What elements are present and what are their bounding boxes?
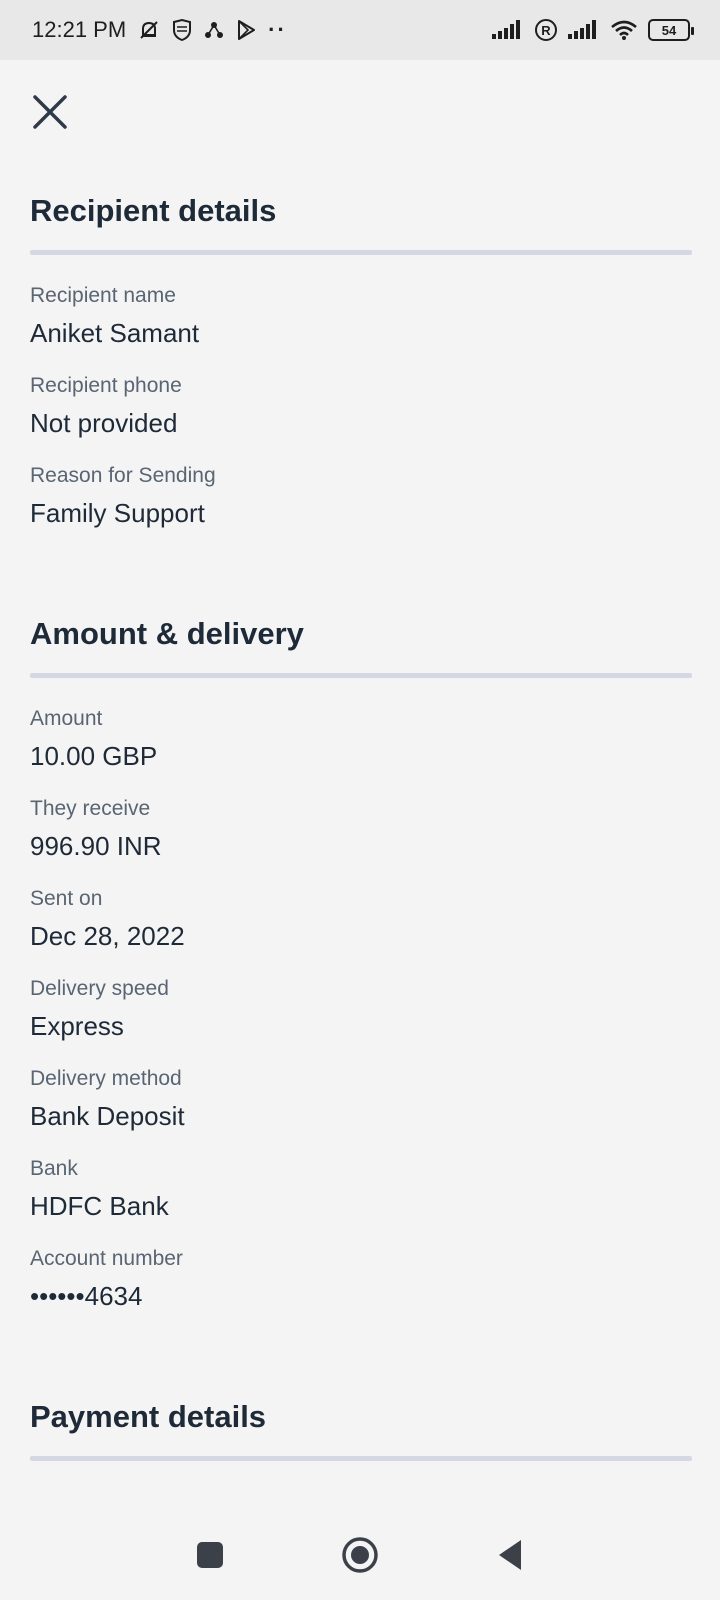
section-title-payment: Payment details: [30, 1399, 267, 1434]
field-label: Bank: [30, 1157, 78, 1180]
field-reason-for-sending: Reason for Sending Family Support: [30, 463, 692, 531]
section-title-recipient: Recipient details: [30, 193, 277, 228]
home-icon: [342, 1537, 378, 1573]
amount-delivery-section: Amount & delivery Amount 10.00 GBP They …: [30, 613, 692, 1314]
shield-icon: [173, 19, 192, 41]
field-label: They receive: [30, 797, 151, 820]
battery-icon: 54: [648, 19, 694, 41]
field-sent-on: Sent on Dec 28, 2022: [30, 886, 692, 954]
battery-level: 54: [661, 22, 677, 38]
field-value: ••••••4634: [30, 1281, 143, 1311]
recipient-details-section: Recipient details Recipient name Aniket …: [30, 190, 692, 531]
svg-text:R: R: [541, 23, 551, 38]
status-left: 12:21 PM ··: [32, 17, 287, 43]
field-value: 996.90 INR: [30, 831, 162, 861]
field-account-number: Account number ••••••4634: [30, 1246, 692, 1314]
field-label: Reason for Sending: [30, 464, 216, 487]
field-recipient-name: Recipient name Aniket Samant: [30, 283, 692, 351]
field-value: HDFC Bank: [30, 1191, 169, 1221]
field-delivery-method: Delivery method Bank Deposit: [30, 1066, 692, 1134]
field-label: Delivery method: [30, 1067, 182, 1090]
field-label: Sent on: [30, 887, 103, 910]
more-dots-icon: ··: [268, 17, 287, 42]
section-title-amount: Amount & delivery: [30, 616, 304, 651]
home-button[interactable]: [340, 1535, 380, 1575]
mute-icon: [140, 21, 158, 39]
divider: [30, 1456, 692, 1461]
field-label: Amount: [30, 707, 103, 730]
close-button[interactable]: [30, 92, 70, 132]
status-right: R 54: [492, 18, 694, 42]
share-icon: [205, 22, 224, 38]
recents-icon: [197, 1542, 223, 1568]
field-value: Dec 28, 2022: [30, 921, 185, 951]
back-icon: [499, 1540, 521, 1570]
divider: [30, 250, 692, 255]
play-store-icon: [238, 20, 256, 40]
roaming-icon: R: [535, 19, 557, 41]
field-value: Family Support: [30, 498, 205, 528]
field-bank: Bank HDFC Bank: [30, 1156, 692, 1224]
field-value: Express: [30, 1011, 124, 1041]
field-value: 10.00 GBP: [30, 741, 158, 771]
field-value: Aniket Samant: [30, 318, 200, 348]
close-icon: [33, 95, 67, 129]
payment-details-section: Payment details: [30, 1396, 692, 1461]
status-bar: 12:21 PM ·· R 54: [0, 0, 720, 60]
signal-icon: [492, 20, 520, 39]
field-value: Bank Deposit: [30, 1101, 185, 1131]
field-recipient-phone: Recipient phone Not provided: [30, 373, 692, 441]
details-content: Recipient details Recipient name Aniket …: [30, 190, 692, 1489]
field-they-receive: They receive 996.90 INR: [30, 796, 692, 864]
signal-icon: [568, 20, 596, 39]
field-label: Recipient name: [30, 284, 176, 307]
system-nav-bar: [0, 1510, 720, 1600]
field-value: Not provided: [30, 408, 178, 438]
field-delivery-speed: Delivery speed Express: [30, 976, 692, 1044]
field-label: Recipient phone: [30, 374, 182, 397]
field-label: Delivery speed: [30, 977, 169, 1000]
status-time: 12:21 PM: [32, 17, 127, 42]
wifi-icon: [611, 20, 637, 40]
divider: [30, 673, 692, 678]
field-amount: Amount 10.00 GBP: [30, 706, 692, 774]
recents-button[interactable]: [190, 1535, 230, 1575]
back-button[interactable]: [490, 1535, 530, 1575]
field-label: Account number: [30, 1247, 183, 1270]
